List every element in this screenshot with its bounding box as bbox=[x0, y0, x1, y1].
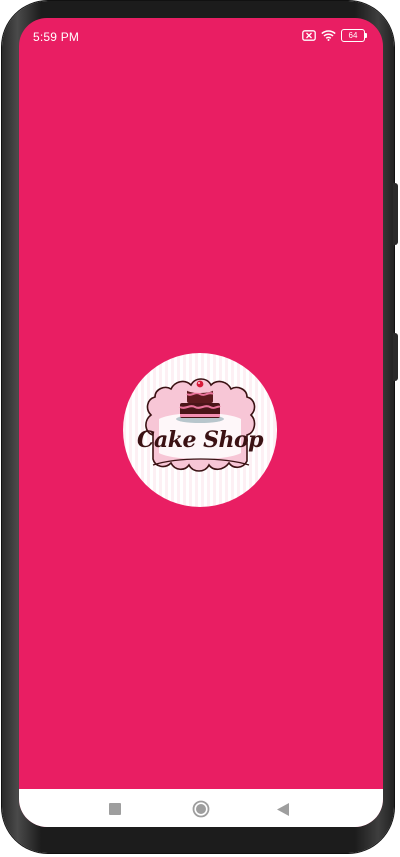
app-screen: 5:59 PM 64 Cake Shop bbox=[19, 18, 383, 827]
back-icon[interactable] bbox=[273, 799, 293, 819]
battery-level: 64 bbox=[341, 29, 365, 42]
recents-icon[interactable] bbox=[105, 799, 125, 819]
volume-button bbox=[393, 183, 398, 245]
power-button bbox=[393, 333, 398, 381]
sim-x-icon bbox=[302, 30, 316, 41]
splash-logo: Cake Shop bbox=[123, 353, 277, 507]
navigation-bar bbox=[19, 789, 383, 827]
status-bar: 5:59 PM 64 bbox=[19, 18, 383, 54]
wifi-icon bbox=[321, 30, 336, 41]
home-icon[interactable] bbox=[191, 799, 211, 819]
battery-icon: 64 bbox=[341, 29, 367, 42]
status-icons: 64 bbox=[302, 29, 367, 42]
logo-text: Cake Shop bbox=[136, 427, 264, 453]
phone-frame: 5:59 PM 64 Cake Shop bbox=[2, 1, 398, 853]
status-time: 5:59 PM bbox=[33, 30, 80, 44]
